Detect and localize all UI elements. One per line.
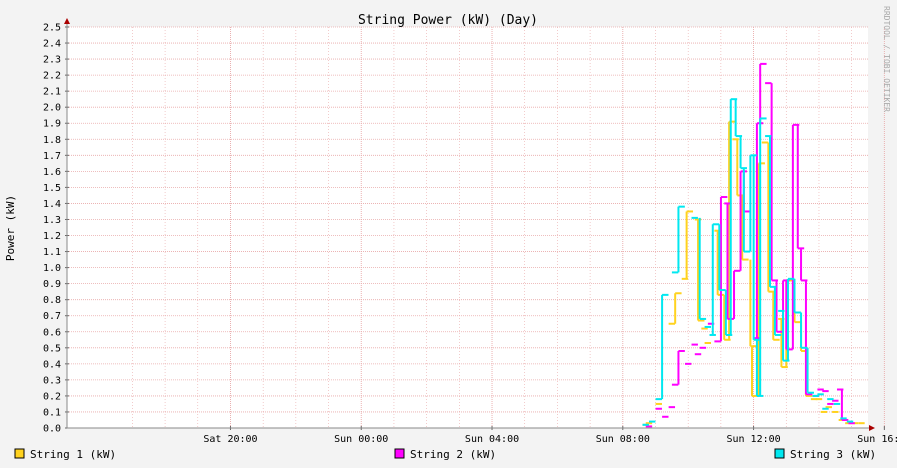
y-tick-label: 0.6: [43, 327, 61, 338]
y-tick-label: 2.5: [43, 23, 61, 34]
y-tick-label: 1.3: [43, 215, 61, 226]
y-tick-label: 2.4: [43, 39, 61, 50]
x-tick-label: Sun 08:00: [596, 434, 650, 445]
x-tick-label: Sun 04:00: [465, 434, 519, 445]
x-tick-label: Sun 00:00: [334, 434, 388, 445]
y-tick-label: 1.2: [43, 231, 61, 242]
legend-label: String 1 (kW): [30, 448, 116, 461]
legend-swatch: [394, 448, 405, 459]
y-tick-label: 2.3: [43, 55, 61, 66]
y-tick-label: 1.6: [43, 167, 61, 178]
plot-area: [67, 27, 868, 428]
legend-swatch: [774, 448, 785, 459]
y-tick-label: 0.5: [43, 343, 61, 354]
x-tick-label: Sun 12:00: [726, 434, 780, 445]
x-tick-label: Sun 16:00: [857, 434, 897, 445]
y-tick-label: 2.1: [43, 87, 61, 98]
y-axis-label: Power (kW): [4, 195, 17, 261]
legend-label: String 2 (kW): [410, 448, 496, 461]
y-tick-label: 0.7: [43, 311, 61, 322]
legend-item: String 3 (kW): [774, 448, 876, 461]
x-tick-label: Sat 20:00: [203, 434, 257, 445]
watermark: RRDTOOL / TOBI OETIKER: [882, 6, 891, 112]
y-tick-label: 1.1: [43, 247, 61, 258]
y-tick-label: 0.0: [43, 424, 61, 435]
y-tick-label: 1.7: [43, 151, 61, 162]
legend-swatch: [14, 448, 25, 459]
y-tick-label: 2.0: [43, 103, 61, 114]
y-tick-label: 0.4: [43, 359, 61, 370]
y-tick-label: 1.9: [43, 119, 61, 130]
y-tick-label: 1.5: [43, 183, 61, 194]
legend-item: String 2 (kW): [394, 448, 496, 461]
y-tick-label: 0.8: [43, 295, 61, 306]
chart-title: String Power (kW) (Day): [358, 13, 538, 28]
power-chart: 0.0 0.1 0.2 0.3 0.4 0.5 0.6 0.7 0.8 0.9 1.0 1.1 1.2 1…: [0, 0, 897, 468]
y-tick-label: 2.2: [43, 71, 61, 82]
y-tick-label: 1.0: [43, 263, 61, 274]
legend-label: String 3 (kW): [790, 448, 876, 461]
y-tick-label: 1.4: [43, 199, 61, 210]
y-tick-label: 0.3: [43, 375, 61, 386]
y-tick-label: 0.9: [43, 279, 61, 290]
y-tick-label: 0.2: [43, 391, 61, 402]
y-tick-label: 0.1: [43, 407, 61, 418]
legend-item: String 1 (kW): [14, 448, 116, 461]
y-tick-label: 1.8: [43, 135, 61, 146]
